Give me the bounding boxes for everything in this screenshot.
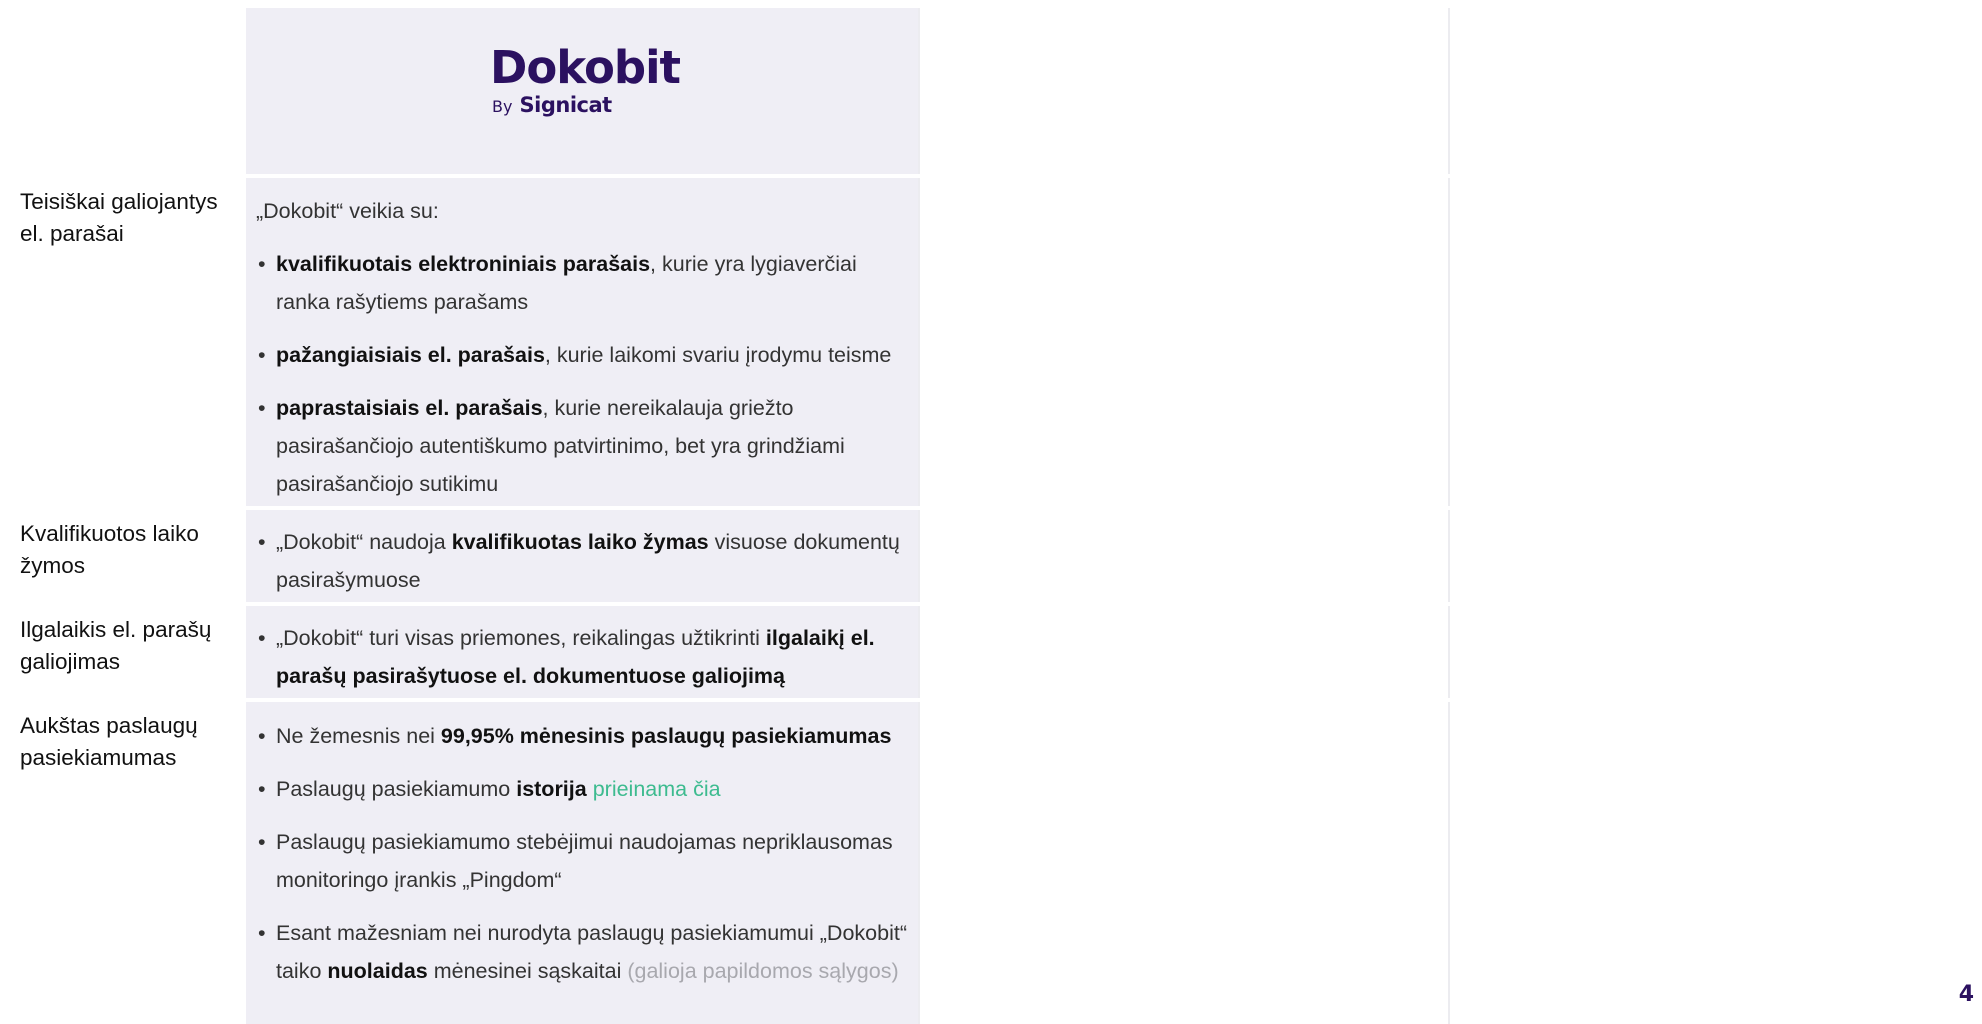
column-divider <box>918 8 920 1024</box>
logo-signicat: Signicat <box>519 93 613 117</box>
row-label-timestamps: Kvalifikuotos laiko žymos <box>20 521 199 578</box>
list-item: Ne žemesnis nei 99,95% mėnesinis paslaug… <box>256 717 916 755</box>
row-divider <box>0 602 1982 606</box>
list-item: Paslaugų pasiekiamumo istorija prieinama… <box>256 770 916 808</box>
list-item: Esant mažesniam nei nurodyta paslaugų pa… <box>256 914 916 990</box>
availability-history-link[interactable]: prieinama čia <box>593 777 721 801</box>
row-divider <box>0 698 1982 702</box>
logo-byline: By Signicat <box>492 93 680 119</box>
dokobit-logo: Dokobit By Signicat <box>490 41 681 119</box>
list-item: „Dokobit“ turi visas priemones, reikalin… <box>256 619 916 695</box>
list-item: paprastaisiais el. parašais, kurie nerei… <box>256 389 916 503</box>
row-intro: „Dokobit“ veikia su: <box>256 199 439 223</box>
list-item: pažangiaisiais el. parašais, kurie laiko… <box>256 336 916 374</box>
row-content-timestamps: „Dokobit“ naudoja kvalifikuotas laiko žy… <box>256 523 916 599</box>
row-content-long-term-validity: „Dokobit“ turi visas priemones, reikalin… <box>256 619 916 695</box>
row-label-availability: Aukštas paslaugų pasiekiamumas <box>20 713 198 770</box>
page-number: 4 <box>1958 982 1974 1007</box>
row-divider <box>0 506 1982 510</box>
row-content-legal-signatures: „Dokobit“ veikia su: kvalifikuotais elek… <box>256 192 916 503</box>
list-item: Paslaugų pasiekiamumo stebėjimui naudoja… <box>256 823 916 899</box>
row-divider <box>0 174 1982 178</box>
conditions-note: (galioja papildomos sąlygos) <box>627 959 899 983</box>
row-content-availability: Ne žemesnis nei 99,95% mėnesinis paslaug… <box>256 717 916 990</box>
list-item: kvalifikuotais elektroniniais parašais, … <box>256 245 916 321</box>
column-divider <box>1448 8 1450 1024</box>
list-item: „Dokobit“ naudoja kvalifikuotas laiko žy… <box>256 523 916 599</box>
logo-by: By <box>492 97 513 116</box>
logo-wordmark: Dokobit <box>490 41 681 94</box>
row-label-long-term-validity: Ilgalaikis el. parašų galiojimas <box>20 617 212 674</box>
row-label-legal-signatures: Teisiškai galiojantys el. parašai <box>20 189 218 246</box>
